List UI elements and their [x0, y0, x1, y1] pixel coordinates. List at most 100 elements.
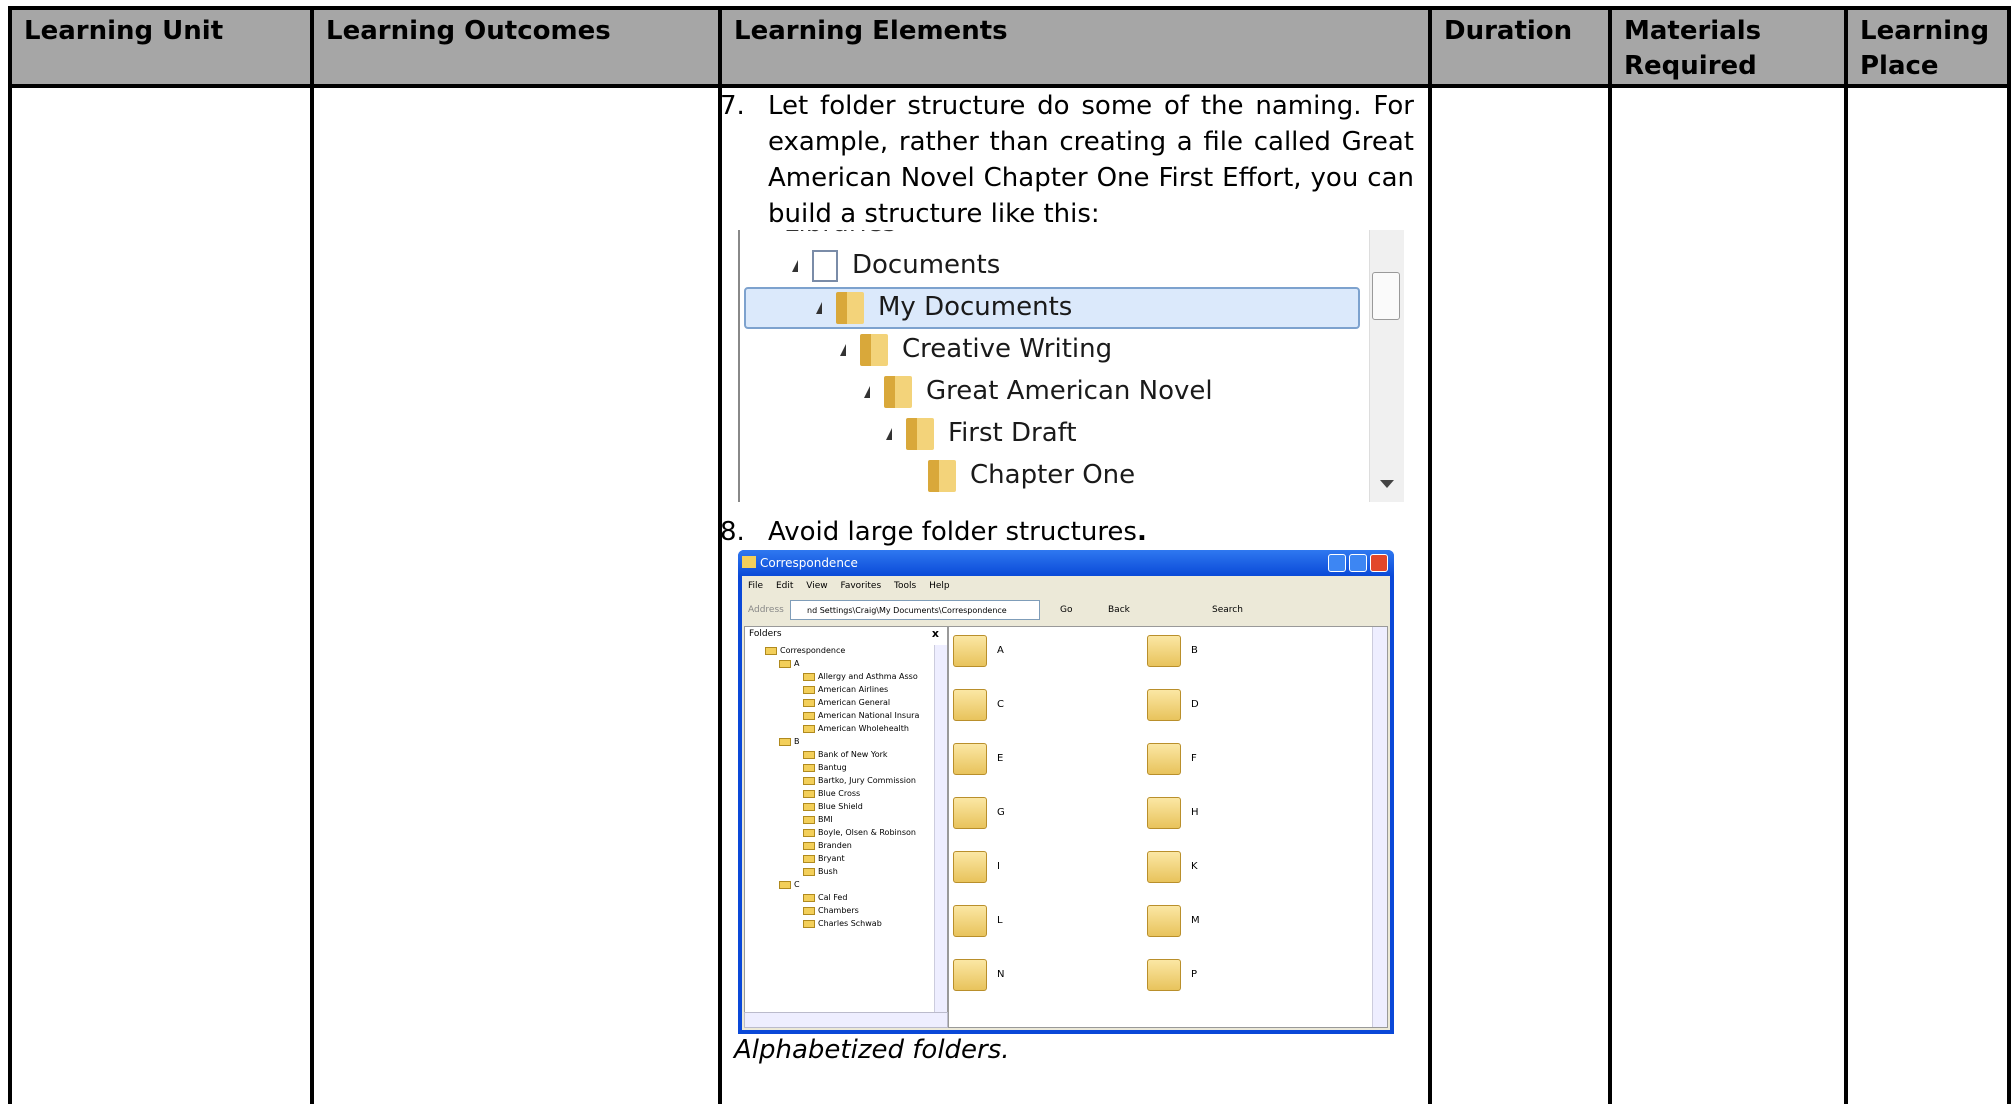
- folder-tree-item: Bartko, Jury Commission: [803, 775, 916, 787]
- item-8-text-main: Avoid large folder structures: [768, 517, 1137, 547]
- folder-icon: [803, 763, 815, 772]
- folder-tree-item-label: Boyle, Olsen & Robinson: [818, 828, 916, 837]
- explorer-title-bar: Correspondence: [738, 550, 1394, 576]
- folder-icon: [803, 750, 815, 759]
- folder-icon: [803, 685, 815, 694]
- folder-tree-item: American Wholehealth: [803, 723, 909, 735]
- folder-tree-item: American Airlines: [803, 684, 888, 696]
- folder-tree-item: Bryant: [803, 853, 845, 865]
- folder-tree-item-label: American Airlines: [818, 685, 889, 694]
- folder-tree-item: Branden: [803, 840, 852, 852]
- header-learning-place: Learning Place: [1848, 8, 2007, 84]
- explorer-title: Correspondence: [760, 556, 858, 570]
- go-button: Go: [1060, 605, 1073, 615]
- folder-tree-item-label: A: [794, 659, 800, 668]
- table-top-border: [8, 6, 2011, 10]
- content-folder: P: [1147, 957, 1277, 997]
- content-folder-label: N: [997, 969, 1005, 980]
- close-icon: x: [931, 627, 939, 640]
- header-materials-label-2: Required: [1624, 51, 1757, 81]
- item-7-number: 7.: [720, 91, 745, 121]
- header-learning-unit: Learning Unit: [12, 8, 310, 84]
- folder-icon: [953, 635, 987, 667]
- tree-row-first-draft-label: First Draft: [948, 418, 1077, 448]
- folder-tree-item-label: C: [794, 880, 800, 889]
- col-border-4: [1608, 6, 1612, 1104]
- folder-icon: [906, 417, 934, 450]
- col-border-0: [8, 6, 12, 1104]
- folder-icon: [953, 797, 987, 829]
- folder-tree-item-label: Allergy and Asthma Asso: [818, 672, 918, 681]
- folder-tree-item-label: Blue Shield: [818, 802, 863, 811]
- folder-tree-item: Allergy and Asthma Asso: [803, 671, 918, 683]
- content-folder-label: F: [1191, 753, 1197, 764]
- folders-scrollbar: [934, 645, 947, 1013]
- folder-icon: [953, 689, 987, 721]
- content-folder-label: M: [1191, 915, 1200, 926]
- folder-tree-item-label: American General: [818, 698, 891, 707]
- header-materials-label-1: Materials: [1624, 16, 1762, 46]
- content-folder-label: P: [1191, 969, 1198, 980]
- content-folder: E: [953, 741, 1083, 781]
- content-folder-label: C: [997, 699, 1004, 710]
- content-scrollbar: [1372, 627, 1387, 1027]
- folder-tree-item: Blue Cross: [803, 788, 860, 800]
- col-border-5: [1844, 6, 1848, 1104]
- folder-icon: [1147, 797, 1181, 829]
- folder-tree-item-label: Bantug: [818, 763, 847, 772]
- content-folder-label: B: [1191, 645, 1198, 656]
- folder-tree-screenshot: Libraries Documents My Documents Creativ…: [738, 230, 1404, 502]
- folder-icon: [742, 556, 756, 568]
- content-folder: G: [953, 795, 1083, 835]
- folder-icon: [765, 646, 777, 655]
- address-label: Address: [748, 605, 784, 615]
- content-folder-label: E: [997, 753, 1004, 764]
- tree-row-great-american-novel-label: Great American Novel: [926, 376, 1213, 406]
- scroll-down-arrow-icon: [1380, 480, 1394, 488]
- folder-tree-item: American General: [803, 697, 890, 709]
- menu-help: Help: [929, 581, 950, 591]
- tree-row-great-american-novel: Great American Novel: [858, 371, 1213, 411]
- folder-tree-item: Charles Schwab: [803, 918, 882, 930]
- content-folder: B: [1147, 633, 1277, 673]
- address-field: nd Settings\Craig\My Documents\Correspon…: [790, 600, 1040, 620]
- tree-row-creative-writing: Creative Writing: [834, 329, 1112, 369]
- item-7-line-3: American Novel Chapter One First Effort,…: [768, 163, 1414, 193]
- content-folder: C: [953, 687, 1083, 727]
- explorer-body: File Edit View Favorites Tools Help Addr…: [742, 576, 1390, 1030]
- tree-row-documents-label: Documents: [852, 250, 1001, 280]
- folder-icon: [803, 919, 815, 928]
- folder-tree-item-label: Charles Schwab: [818, 919, 882, 928]
- col-border-6: [2007, 6, 2011, 1104]
- content-folder: F: [1147, 741, 1277, 781]
- folder-tree-item: Cal Fed: [803, 892, 847, 904]
- tree-row-chapter-one: Chapter One: [928, 455, 1135, 495]
- tree-row-chapter-one-label: Chapter One: [970, 460, 1136, 490]
- folder-tree-item: Blue Shield: [803, 801, 863, 813]
- folders-pane-title: Folders: [749, 629, 782, 639]
- folder-icon: [803, 776, 815, 785]
- folder-icon: [803, 672, 815, 681]
- item-8-text: Avoid large folder structures.: [768, 514, 1414, 550]
- item-7-text: Let folder structure do some of the nami…: [768, 88, 1414, 232]
- content-folder: A: [953, 633, 1083, 673]
- header-duration: Duration: [1432, 8, 1608, 84]
- folder-icon: [803, 802, 815, 811]
- header-place-label-1: Learning: [1860, 16, 1990, 46]
- content-folder-label: L: [997, 915, 1003, 926]
- folder-icon: [1147, 689, 1181, 721]
- folder-tree-item: Boyle, Olsen & Robinson: [803, 827, 916, 839]
- folder-tree-item-label: American National Insura: [818, 711, 920, 720]
- folder-icon: [953, 743, 987, 775]
- expand-triangle-icon: [858, 385, 870, 398]
- folder-icon: [860, 333, 888, 366]
- explorer-address-bar: Address nd Settings\Craig\My Documents\C…: [744, 596, 1388, 624]
- tree-scrollbar: [1369, 230, 1404, 502]
- content-folder: K: [1147, 849, 1277, 889]
- expand-triangle-icon: [834, 343, 846, 356]
- expand-triangle-icon: [810, 301, 822, 314]
- search-button: Search: [1212, 605, 1243, 615]
- folder-tree-item: C: [779, 879, 800, 891]
- header-learning-elements: Learning Elements: [722, 8, 1428, 84]
- back-button: Back: [1108, 605, 1130, 615]
